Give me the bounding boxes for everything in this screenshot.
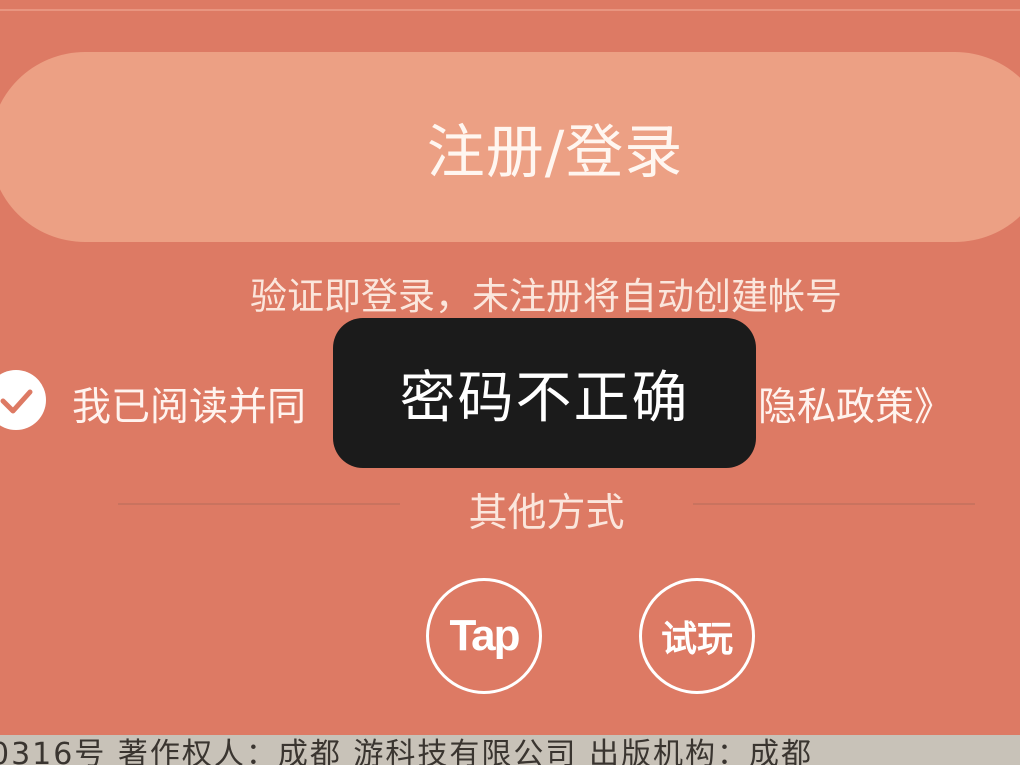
register-login-label: 注册/登录 [426, 118, 684, 186]
register-login-button[interactable]: 注册/登录 [0, 52, 1020, 242]
privacy-policy-link[interactable]: 隐私政策》 [758, 376, 953, 432]
login-hint: 验证即登录，未注册将自动创建帐号 [250, 275, 842, 318]
other-methods-label: 其他方式 [468, 491, 625, 536]
taptap-login-button[interactable]: Tap [426, 578, 542, 694]
error-toast: 密码不正确 [333, 318, 756, 468]
footer-text: 0316号 著作权人：成都 游科技有限公司 出版机构：成都 [0, 737, 813, 765]
divider-right [693, 503, 975, 505]
trial-play-button[interactable]: 试玩 [639, 578, 755, 694]
check-circle-icon[interactable] [0, 370, 46, 430]
agreement-text: 我已阅读并同 [72, 385, 307, 430]
background-footer-strip: 0316号 著作权人：成都 游科技有限公司 出版机构：成都 [0, 735, 1020, 765]
divider-left [118, 503, 400, 505]
top-divider [0, 9, 1020, 11]
toast-message: 密码不正确 [399, 365, 690, 431]
